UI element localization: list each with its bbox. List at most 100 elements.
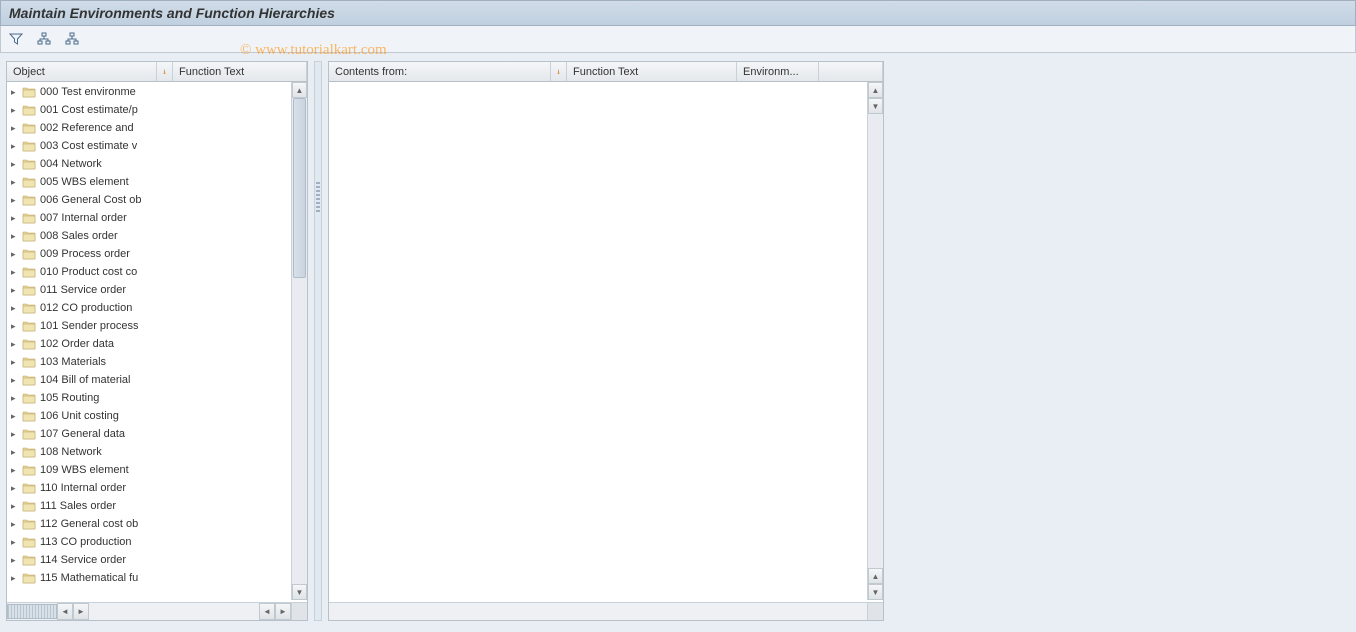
tree-row[interactable]: ▸ 101 Sender process xyxy=(7,317,163,335)
hscroll-thumb-1[interactable] xyxy=(7,604,57,619)
header-object[interactable]: Object xyxy=(7,62,157,81)
tree-row[interactable]: ▸005 WBS element xyxy=(7,173,163,191)
expand-arrow-icon[interactable]: ▸ xyxy=(11,411,21,422)
tree-label: 111 Sales order xyxy=(40,500,116,512)
hscroll-left2-icon[interactable]: ◄ xyxy=(259,603,275,620)
tree-row[interactable]: ▸012 CO production xyxy=(7,299,163,317)
tree-row[interactable]: ▸010 Product cost co xyxy=(7,263,163,281)
tree-label: 103 Materials xyxy=(40,356,106,368)
tree-row[interactable]: ▸ 002 Reference and xyxy=(7,119,163,137)
expand-arrow-icon[interactable]: ▸ xyxy=(11,555,21,566)
expand-arrow-icon[interactable]: ▸ xyxy=(11,429,21,440)
pin-icon[interactable] xyxy=(157,62,173,81)
folder-icon xyxy=(22,212,36,224)
filter-icon[interactable] xyxy=(7,30,25,48)
scroll-up-icon[interactable]: ▲ xyxy=(292,82,307,98)
right-grid-body xyxy=(329,82,883,620)
scroll-down-icon-r[interactable]: ▼ xyxy=(868,584,883,600)
expand-arrow-icon[interactable]: ▸ xyxy=(11,249,21,260)
folder-icon xyxy=(22,320,36,332)
scroll-thumb[interactable] xyxy=(293,98,306,278)
expand-arrow-icon[interactable]: ▸ xyxy=(11,519,21,530)
expand-arrow-icon[interactable]: ▸ xyxy=(11,393,21,404)
expand-arrow-icon[interactable]: ▸ xyxy=(11,213,21,224)
header-function-text[interactable]: Function Text xyxy=(173,62,307,81)
header-function-text-right[interactable]: Function Text xyxy=(567,62,737,81)
tree-row[interactable]: ▸004 Network xyxy=(7,155,163,173)
expand-arrow-icon[interactable]: ▸ xyxy=(11,501,21,512)
folder-icon xyxy=(22,302,36,314)
expand-arrow-icon[interactable]: ▸ xyxy=(11,483,21,494)
expand-arrow-icon[interactable]: ▸ xyxy=(11,267,21,278)
expand-arrow-icon[interactable]: ▸ xyxy=(11,375,21,386)
expand-arrow-icon[interactable]: ▸ xyxy=(11,285,21,296)
folder-icon xyxy=(22,140,36,152)
header-contents[interactable]: Contents from: xyxy=(329,62,551,81)
hscroll-left-icon[interactable]: ◄ xyxy=(57,603,73,620)
folder-icon xyxy=(22,536,36,548)
expand-arrow-icon[interactable]: ▸ xyxy=(11,141,21,152)
folder-icon xyxy=(22,230,36,242)
tree-row[interactable]: ▸ 107 General data xyxy=(7,425,163,443)
tree-row[interactable]: ▸106 Unit costing xyxy=(7,407,163,425)
tree-row[interactable]: ▸102 Order data xyxy=(7,335,163,353)
header-environ[interactable]: Environm... xyxy=(737,62,819,81)
tree-row[interactable]: ▸000 Test environme xyxy=(7,83,163,101)
tree-label: 101 Sender process xyxy=(40,320,138,332)
expand-arrow-icon[interactable]: ▸ xyxy=(11,465,21,476)
scroll-down-top-icon-r[interactable]: ▼ xyxy=(868,98,883,114)
expand-arrow-icon[interactable]: ▸ xyxy=(11,303,21,314)
tree-row[interactable]: ▸108 Network xyxy=(7,443,163,461)
expand-arrow-icon[interactable]: ▸ xyxy=(11,159,21,170)
expand-arrow-icon[interactable]: ▸ xyxy=(11,177,21,188)
expand-arrow-icon[interactable]: ▸ xyxy=(11,357,21,368)
tree-row[interactable]: ▸009 Process order xyxy=(7,245,163,263)
expand-arrow-icon[interactable]: ▸ xyxy=(11,321,21,332)
tree-row[interactable]: ▸003 Cost estimate v xyxy=(7,137,163,155)
left-panel: Object Function Text ▸000 Test environme… xyxy=(6,61,308,621)
expand-arrow-icon[interactable]: ▸ xyxy=(11,87,21,98)
expand-arrow-icon[interactable]: ▸ xyxy=(11,537,21,548)
pin-icon-right[interactable] xyxy=(551,62,567,81)
splitter[interactable] xyxy=(314,61,322,621)
expand-arrow-icon[interactable]: ▸ xyxy=(11,573,21,584)
tree-label: 107 General data xyxy=(40,428,125,440)
tree-label: 002 Reference and xyxy=(40,122,134,134)
tree-row[interactable]: ▸115 Mathematical fu xyxy=(7,569,163,587)
expand-arrow-icon[interactable]: ▸ xyxy=(11,447,21,458)
expand-arrow-icon[interactable]: ▸ xyxy=(11,123,21,134)
tree-row[interactable]: ▸008 Sales order xyxy=(7,227,163,245)
expand-arrow-icon[interactable]: ▸ xyxy=(11,231,21,242)
tree-label: 011 Service order xyxy=(40,284,126,296)
tree-row[interactable]: ▸ 011 Service order xyxy=(7,281,163,299)
scroll-up-bot-icon-r[interactable]: ▲ xyxy=(868,568,883,584)
tree-row[interactable]: ▸006 General Cost ob xyxy=(7,191,163,209)
right-vscroll[interactable]: ▲ ▼ ▲ ▼ xyxy=(867,82,883,600)
expand-arrow-icon[interactable]: ▸ xyxy=(11,339,21,350)
tree-row[interactable]: ▸105 Routing xyxy=(7,389,163,407)
hierarchy-expand-icon[interactable] xyxy=(35,30,53,48)
tree-row[interactable]: ▸007 Internal order xyxy=(7,209,163,227)
tree-row[interactable]: ▸ 103 Materials xyxy=(7,353,163,371)
tree-row[interactable]: ▸110 Internal order xyxy=(7,479,163,497)
left-grid-body: ▸000 Test environme▸001 Cost estimate/p▸… xyxy=(7,82,307,620)
hscroll-right2-icon[interactable]: ► xyxy=(275,603,291,620)
splitter-grip-icon[interactable] xyxy=(316,182,320,212)
tree-row[interactable]: ▸001 Cost estimate/p xyxy=(7,101,163,119)
tree-row[interactable]: ▸109 WBS element xyxy=(7,461,163,479)
left-hscroll[interactable]: ◄ ► ◄ ► xyxy=(7,602,291,620)
tree-row[interactable]: ▸112 General cost ob xyxy=(7,515,163,533)
hierarchy-collapse-icon[interactable] xyxy=(63,30,81,48)
tree-row[interactable]: ▸104 Bill of material xyxy=(7,371,163,389)
expand-arrow-icon[interactable]: ▸ xyxy=(11,105,21,116)
tree-row[interactable]: ▸ 111 Sales order xyxy=(7,497,163,515)
tree-row[interactable]: ▸114 Service order xyxy=(7,551,163,569)
scroll-up-icon-r[interactable]: ▲ xyxy=(868,82,883,98)
expand-arrow-icon[interactable]: ▸ xyxy=(11,195,21,206)
left-vscroll[interactable]: ▲ ▼ xyxy=(291,82,307,600)
tree-row[interactable]: ▸113 CO production xyxy=(7,533,163,551)
folder-icon xyxy=(22,104,36,116)
hscroll-right-icon[interactable]: ► xyxy=(73,603,89,620)
right-hscroll[interactable] xyxy=(329,602,867,620)
scroll-down-icon[interactable]: ▼ xyxy=(292,584,307,600)
